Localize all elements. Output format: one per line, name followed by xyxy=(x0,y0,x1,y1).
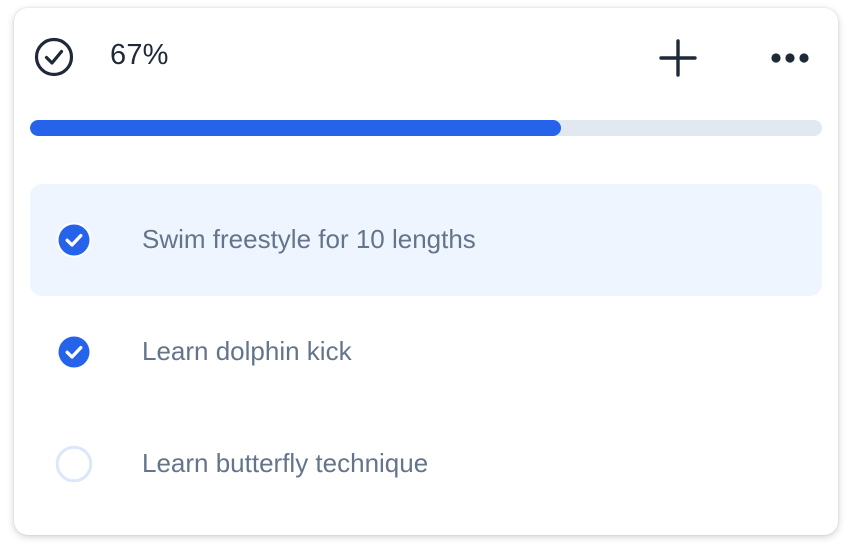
checkbox-checked-icon[interactable] xyxy=(55,333,93,371)
more-options-button[interactable] xyxy=(766,38,814,78)
task-item[interactable]: Learn dolphin kick xyxy=(30,296,822,408)
task-list: Swim freestyle for 10 lengths Learn dolph… xyxy=(30,184,822,520)
progress-bar-fill xyxy=(30,120,561,136)
checkbox-checked-icon[interactable] xyxy=(55,221,93,259)
checkbox-unchecked-icon[interactable] xyxy=(55,445,93,483)
plus-icon xyxy=(659,39,697,77)
progress-percent: 67% xyxy=(110,39,169,71)
more-horizontal-icon xyxy=(771,53,809,63)
task-label: Learn butterfly technique xyxy=(142,448,429,478)
check-circle-icon xyxy=(34,37,74,77)
task-label: Learn dolphin kick xyxy=(142,336,352,366)
task-item[interactable]: Learn butterfly technique xyxy=(30,408,822,520)
add-task-button[interactable] xyxy=(656,36,700,80)
progress-bar xyxy=(30,120,822,136)
task-card: 67% Swim freestyle for 10 lengths Learn d… xyxy=(14,8,838,535)
task-item[interactable]: Swim freestyle for 10 lengths xyxy=(30,184,822,296)
card-header: 67% xyxy=(14,8,838,104)
task-label: Swim freestyle for 10 lengths xyxy=(142,224,476,254)
